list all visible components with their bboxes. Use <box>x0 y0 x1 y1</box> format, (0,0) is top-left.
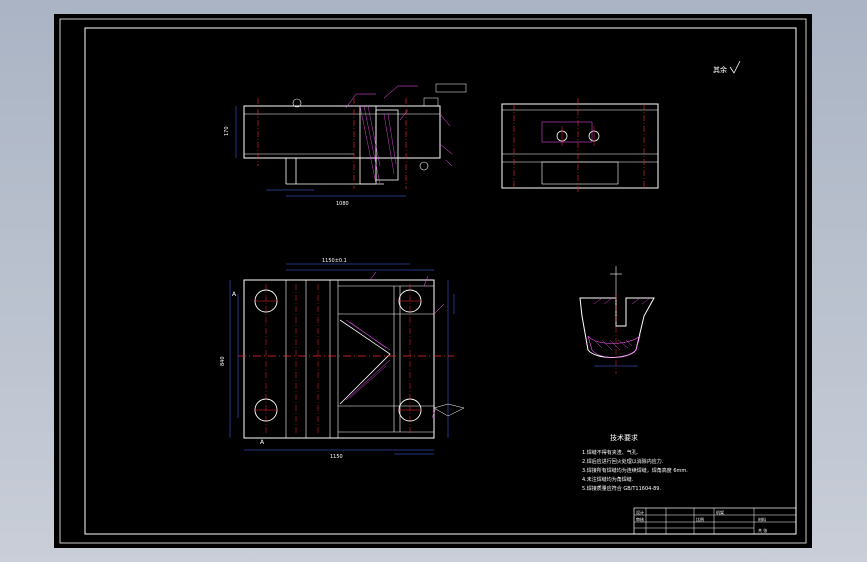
cad-viewport[interactable]: 其余 170 1080 1150±0.1 1150 840 A A 技术要求 1… <box>0 0 867 562</box>
section-detail <box>579 266 655 374</box>
tb-sheet: 共 张 <box>758 527 767 533</box>
tb-part-name: 机架 <box>716 509 724 515</box>
plan-bottom-dim: 1150 <box>330 454 343 460</box>
section-label-top: A <box>232 291 237 298</box>
tech-note-1: 1.焊缝不得有夹渣、气孔. <box>582 449 639 456</box>
plan-right-dim: 840 <box>220 356 226 366</box>
roughness-symbol <box>729 60 741 74</box>
drawing-canvas: 其余 170 1080 1150±0.1 1150 840 A A 技术要求 1… <box>59 18 807 544</box>
front-dim-left: 170 <box>224 126 230 136</box>
roughness-note: 其余 <box>713 65 727 74</box>
tech-title: 技术要求 <box>610 433 638 442</box>
outer-border <box>59 18 807 544</box>
drawing-sheet: 其余 170 1080 1150±0.1 1150 840 A A 技术要求 1… <box>54 14 812 548</box>
tech-requirements: 技术要求 1.焊缝不得有夹渣、气孔. 2.焊后应进行回火处理以消除内应力. 3.… <box>582 433 688 492</box>
side-view <box>501 98 659 194</box>
tb-design: 设计 <box>636 509 644 515</box>
inner-border <box>84 27 797 535</box>
tb-scale: 比例 <box>696 516 704 522</box>
front-view: 170 1080 <box>224 83 467 207</box>
tech-note-2: 2.焊后应进行回火处理以消除内应力. <box>582 458 664 465</box>
tech-note-4: 4.未注焊缝均为角焊缝. <box>582 476 634 483</box>
plan-view: 1150±0.1 1150 840 A A <box>220 258 465 460</box>
tech-note-3: 3.焊接所有焊缝均为连续焊缝，焊角高度 6mm. <box>582 467 688 474</box>
plan-top-dim: 1150±0.1 <box>322 258 347 264</box>
tech-note-5: 5.焊接质量应符合 GB/T11604-89. <box>582 485 661 492</box>
tb-check: 审核 <box>636 516 644 522</box>
tb-material: 材料 <box>758 516 766 522</box>
title-block: 设计 审核 比例 机架 材料 共 张 <box>633 507 797 535</box>
section-label-bottom: A <box>260 439 265 446</box>
front-dim-bottom: 1080 <box>336 201 349 207</box>
